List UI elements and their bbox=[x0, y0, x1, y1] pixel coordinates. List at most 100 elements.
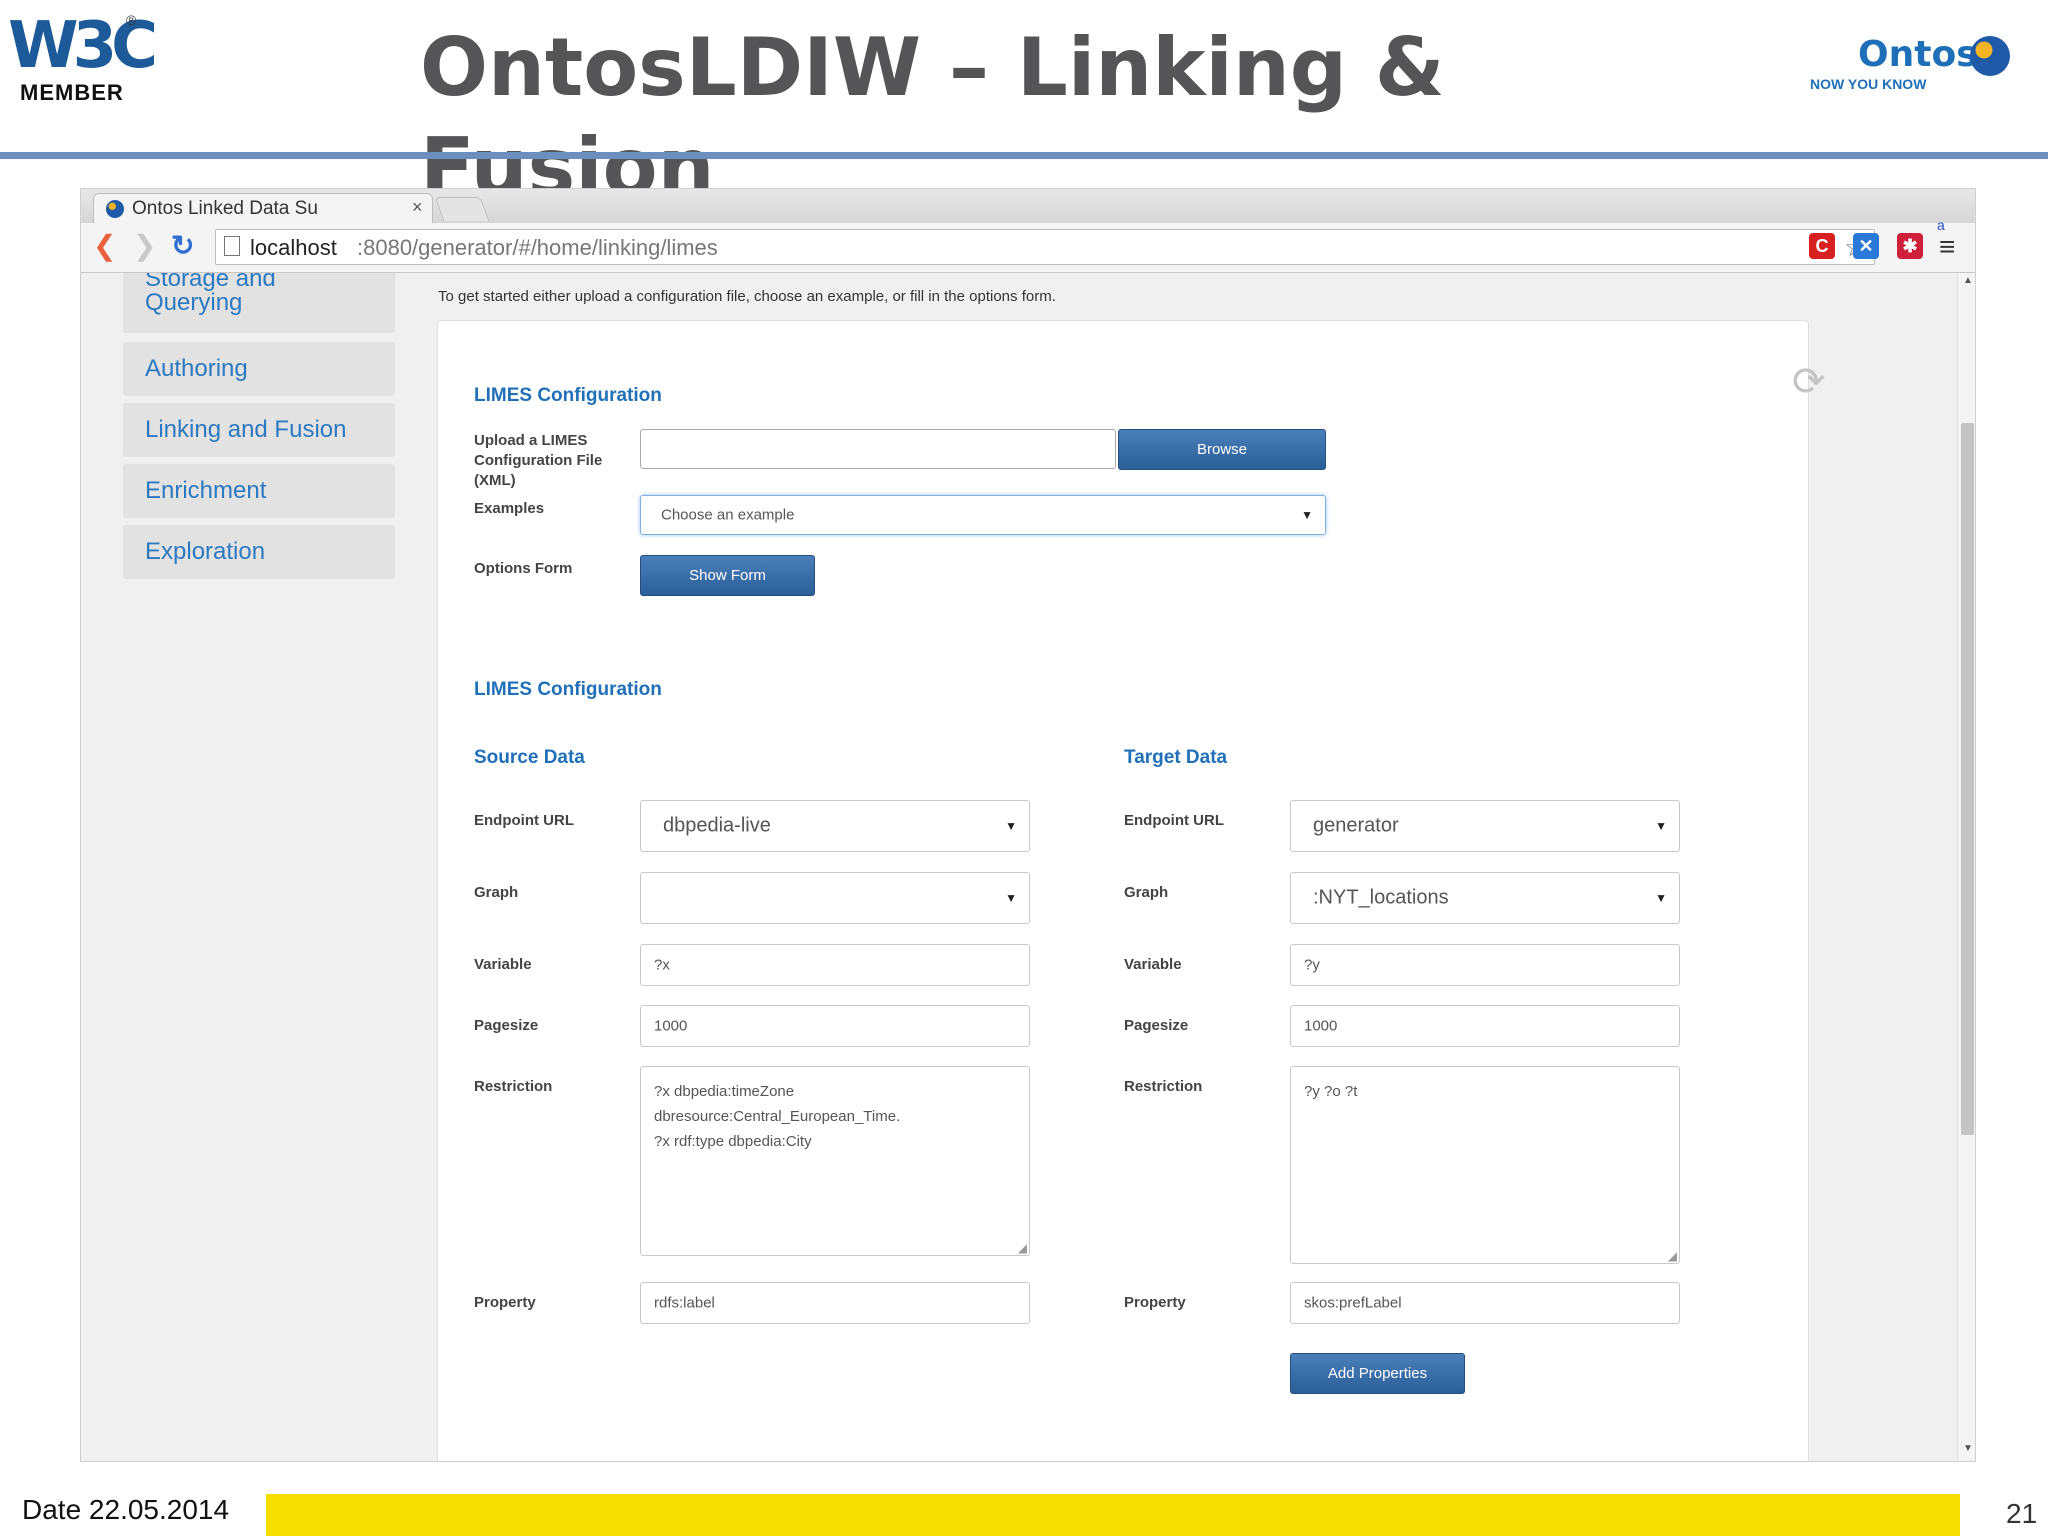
source-variable-value: ?x bbox=[654, 956, 670, 974]
source-graph-label: Graph bbox=[474, 884, 519, 901]
extension-asterisk-icon[interactable]: ✱ bbox=[1897, 233, 1923, 259]
limes-panel: ⟳ LIMES Configuration Upload a LIMES Con… bbox=[437, 320, 1826, 1461]
upload-file-input[interactable] bbox=[640, 429, 1116, 469]
examples-select-value: Choose an example bbox=[661, 506, 795, 524]
sidebar-item-label: Authoring bbox=[145, 355, 248, 382]
chevron-down-icon: ▼ bbox=[1655, 819, 1667, 833]
source-data-heading: Source Data bbox=[474, 747, 585, 768]
w3c-logo-member: MEMBER bbox=[20, 80, 124, 105]
reload-icon[interactable]: ↻ bbox=[171, 231, 194, 261]
url-host: localhost bbox=[250, 235, 337, 260]
w3c-member-logo: W3C ® MEMBER bbox=[8, 6, 158, 106]
chevron-down-icon: ▼ bbox=[1301, 508, 1313, 522]
url-path: :8080/generator/#/home/linking/limes bbox=[357, 235, 718, 260]
source-endpoint-value: dbpedia-live bbox=[663, 814, 771, 837]
upload-label-line1: Upload a LIMES bbox=[474, 432, 588, 449]
source-property-input[interactable]: rdfs:label bbox=[640, 1282, 1030, 1324]
scrollbar[interactable]: ▲ ▼ bbox=[1957, 273, 1975, 1461]
refresh-icon[interactable]: ⟳ bbox=[1792, 359, 1826, 405]
sidebar-item-exploration[interactable]: Exploration bbox=[123, 525, 395, 579]
browser-tab[interactable]: Ontos Linked Data Su × bbox=[93, 193, 433, 223]
forward-icon[interactable]: ❯ bbox=[133, 231, 156, 261]
limes-config-heading: LIMES Configuration bbox=[474, 385, 662, 406]
target-variable-input[interactable]: ?y bbox=[1290, 944, 1680, 986]
source-pagesize-input[interactable]: 1000 bbox=[640, 1005, 1030, 1047]
new-tab-button[interactable] bbox=[434, 197, 490, 221]
page-number: 21 bbox=[2006, 1498, 2038, 1529]
upload-label-line3: (XML) bbox=[474, 472, 516, 489]
sidebar-item-label-line2: Querying bbox=[145, 289, 243, 316]
source-property-label: Property bbox=[474, 1294, 536, 1311]
target-restriction-textarea[interactable]: ?y ?o ?t ◢ bbox=[1290, 1066, 1680, 1264]
browser-toolbar: ❮ ❯ ↻ localhost :8080/generator/#/home/l… bbox=[81, 217, 1975, 273]
ontos-favicon-icon bbox=[106, 200, 124, 218]
source-variable-label: Variable bbox=[474, 956, 532, 973]
upload-label: Upload a LIMES Configuration File (XML) bbox=[474, 431, 602, 491]
target-property-value: skos:prefLabel bbox=[1304, 1294, 1402, 1312]
menu-icon[interactable]: ≡ bbox=[1939, 231, 1955, 263]
target-pagesize-value: 1000 bbox=[1304, 1017, 1338, 1035]
source-restriction-value: ?x dbpedia:timeZone dbresource:Central_E… bbox=[654, 1083, 901, 1150]
resize-grip-icon[interactable]: ◢ bbox=[1018, 1241, 1027, 1255]
target-property-input[interactable]: skos:prefLabel bbox=[1290, 1282, 1680, 1324]
sidebar-item-authoring[interactable]: Authoring bbox=[123, 342, 395, 396]
browse-button[interactable]: Browse bbox=[1118, 429, 1326, 470]
target-property-label: Property bbox=[1124, 1294, 1186, 1311]
extension-c-icon[interactable]: C bbox=[1809, 233, 1835, 259]
sidebar-item-label: Linking and Fusion bbox=[145, 416, 347, 443]
intro-text: To get started either upload a configura… bbox=[438, 288, 1056, 305]
examples-label: Examples bbox=[474, 500, 545, 517]
target-variable-value: ?y bbox=[1304, 956, 1320, 974]
sidebar-item-linking-fusion[interactable]: Linking and Fusion bbox=[123, 403, 395, 457]
back-icon[interactable]: ❮ bbox=[93, 231, 116, 261]
upload-label-line2: Configuration File bbox=[474, 452, 603, 469]
sidebar-item-enrichment[interactable]: Enrichment bbox=[123, 464, 395, 518]
target-pagesize-input[interactable]: 1000 bbox=[1290, 1005, 1680, 1047]
page-icon bbox=[224, 236, 240, 256]
sidebar-item-storage-querying[interactable]: Storage and Querying bbox=[123, 273, 395, 333]
source-endpoint-label: Endpoint URL bbox=[474, 812, 574, 829]
source-graph-select[interactable]: ▼ bbox=[640, 872, 1030, 924]
sidebar-item-label: Exploration bbox=[145, 538, 266, 565]
address-bar[interactable]: localhost :8080/generator/#/home/linking… bbox=[215, 229, 1875, 265]
target-graph-value: :NYT_locations bbox=[1313, 886, 1449, 909]
source-endpoint-select[interactable]: dbpedia-live ▼ bbox=[640, 800, 1030, 852]
add-properties-button[interactable]: Add Properties bbox=[1290, 1353, 1465, 1394]
scroll-up-icon[interactable]: ▲ bbox=[1963, 275, 1973, 286]
browser-window: Ontos Linked Data Su × ❮ ❯ ↻ localhost :… bbox=[80, 188, 1976, 1462]
target-graph-label: Graph bbox=[1124, 884, 1169, 901]
source-variable-input[interactable]: ?x bbox=[640, 944, 1030, 986]
source-restriction-label: Restriction bbox=[474, 1078, 553, 1095]
chevron-down-icon: ▼ bbox=[1005, 891, 1017, 905]
ontos-globe-icon bbox=[1970, 36, 2010, 76]
target-endpoint-value: generator bbox=[1313, 814, 1399, 837]
source-pagesize-value: 1000 bbox=[654, 1017, 688, 1035]
source-restriction-textarea[interactable]: ?x dbpedia:timeZone dbresource:Central_E… bbox=[640, 1066, 1030, 1256]
target-restriction-label: Restriction bbox=[1124, 1078, 1203, 1095]
extension-x-icon[interactable]: ✕ bbox=[1853, 233, 1879, 259]
target-graph-select[interactable]: :NYT_locations ▼ bbox=[1290, 872, 1680, 924]
target-variable-label: Variable bbox=[1124, 956, 1182, 973]
target-pagesize-label: Pagesize bbox=[1124, 1017, 1189, 1034]
ontos-logo-name: Ontos bbox=[1858, 34, 1978, 75]
footer-date: Date 22.05.2014 bbox=[22, 1494, 230, 1525]
target-restriction-value: ?y ?o ?t bbox=[1304, 1083, 1358, 1100]
sidebar-item-label: Enrichment bbox=[145, 477, 267, 504]
tab-strip: Ontos Linked Data Su × bbox=[81, 189, 1975, 223]
tab-title: Ontos Linked Data Su bbox=[132, 198, 318, 219]
scrollbar-thumb[interactable] bbox=[1961, 423, 1974, 1135]
sidebar-item-label: Storage and Querying bbox=[145, 273, 276, 315]
tab-close-icon[interactable]: × bbox=[412, 197, 423, 218]
scroll-down-icon[interactable]: ▼ bbox=[1963, 1443, 1973, 1454]
source-property-value: rdfs:label bbox=[654, 1294, 715, 1312]
examples-select[interactable]: Choose an example ▼ bbox=[640, 495, 1326, 535]
resize-grip-icon[interactable]: ◢ bbox=[1668, 1249, 1677, 1263]
target-endpoint-select[interactable]: generator ▼ bbox=[1290, 800, 1680, 852]
show-form-button[interactable]: Show Form bbox=[640, 555, 815, 596]
limes-config-heading-2: LIMES Configuration bbox=[474, 679, 662, 700]
chevron-down-icon: ▼ bbox=[1655, 891, 1667, 905]
ontos-logo: Ontos NOW YOU KNOW bbox=[1800, 34, 2020, 94]
title-divider bbox=[0, 152, 2048, 159]
options-form-label: Options Form bbox=[474, 560, 573, 577]
chevron-down-icon: ▼ bbox=[1005, 819, 1017, 833]
